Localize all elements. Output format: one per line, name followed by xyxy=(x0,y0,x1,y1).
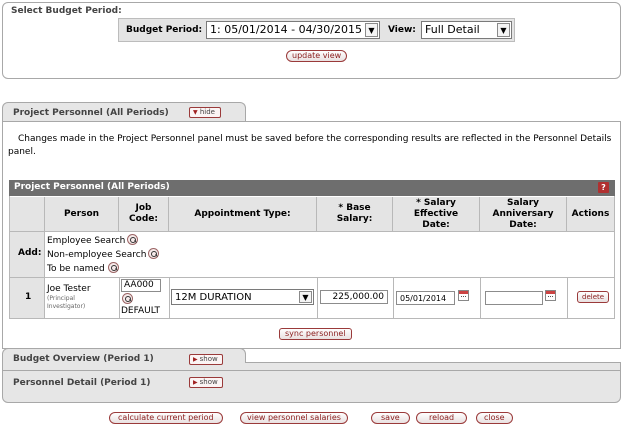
row-number-cell: 1 xyxy=(10,278,45,318)
column-header-actions-label: Actions xyxy=(571,208,610,219)
budget-period-filter-box: Budget Period: 1: 05/01/2014 - 04/30/201… xyxy=(118,18,515,42)
expand-triangle-icon: ▶ xyxy=(193,356,198,363)
budget-overview-title: Budget Overview (Period 1) xyxy=(13,354,154,364)
col-divider xyxy=(169,278,170,318)
show-label: show xyxy=(199,355,218,363)
row-number: 1 xyxy=(25,292,32,302)
personnel-detail-title: Personnel Detail (Period 1) xyxy=(13,378,151,388)
show-budget-overview-button[interactable]: ▶ show xyxy=(189,354,223,365)
reload-button[interactable]: reload xyxy=(416,412,468,424)
job-code-input[interactable]: AA000 xyxy=(121,279,161,292)
column-header-job-code: Job Code: xyxy=(119,197,169,231)
employee-search-icon[interactable] xyxy=(127,234,138,245)
calendar-icon[interactable] xyxy=(458,290,469,301)
col-divider xyxy=(317,278,318,318)
header-divider xyxy=(10,231,614,232)
column-header-salary-anniversary-label-1: Salary xyxy=(506,197,540,208)
column-header-appointment-type-label: Appointment Type: xyxy=(194,208,291,219)
add-row-label-cell: Add: xyxy=(10,232,45,277)
hide-label: hide xyxy=(199,108,215,116)
base-salary-input[interactable]: 225,000.00 xyxy=(320,290,388,304)
column-header-person-label: Person xyxy=(63,208,100,219)
col-divider xyxy=(119,278,120,318)
budget-period-select[interactable]: 1: 05/01/2014 - 04/30/2015 ▼ xyxy=(206,21,380,39)
personnel-table-title-bar: Project Personnel (All Periods) ? xyxy=(9,180,615,196)
column-header-salary-anniversary-label-2: Anniversary xyxy=(492,208,554,219)
column-header-salary-anniversary-date: Salary Anniversary Date: xyxy=(480,197,567,231)
column-header-salary-effective-label-2: Effective xyxy=(413,208,459,219)
help-icon[interactable]: ? xyxy=(598,182,609,193)
budget-period-select-value: 1: 05/01/2014 - 04/30/2015 xyxy=(210,23,362,36)
column-header-appointment-type: Appointment Type: xyxy=(169,197,317,231)
column-header-person: Person xyxy=(45,197,119,231)
close-button[interactable]: close xyxy=(476,412,513,424)
person-role-2: Investigator) xyxy=(47,303,86,310)
base-salary-value: 225,000.00 xyxy=(332,292,384,302)
calendar-icon[interactable] xyxy=(545,290,556,301)
col-divider xyxy=(480,278,481,318)
help-icon-label: ? xyxy=(601,183,606,192)
chevron-down-icon: ▼ xyxy=(299,291,312,303)
column-header-base-salary-label-2: Salary: xyxy=(336,214,373,224)
person-name: Joe Tester xyxy=(47,284,91,294)
view-label: View: xyxy=(388,25,416,35)
person-role-1: (Principal xyxy=(47,295,75,302)
add-row-label: Add: xyxy=(18,248,42,258)
column-header-salary-anniversary-label-3: Date: xyxy=(509,219,537,230)
budget-overview-tab[interactable]: Budget Overview (Period 1) ▶ show xyxy=(2,348,246,369)
to-be-named-label: To be named xyxy=(47,264,105,274)
non-employee-search-label: Non-employee Search xyxy=(47,250,147,260)
select-budget-period-title: Select Budget Period: xyxy=(11,6,122,16)
column-header-actions: Actions xyxy=(567,197,614,231)
hide-button[interactable]: ▼ hide xyxy=(189,107,221,118)
budget-period-label: Budget Period: xyxy=(126,25,203,35)
to-be-named-search-icon[interactable] xyxy=(108,262,119,273)
collapse-triangle-icon: ▼ xyxy=(193,109,198,116)
appointment-type-value: 12M DURATION xyxy=(175,292,252,303)
view-select-value: Full Detail xyxy=(425,23,480,36)
salary-anniversary-date-input[interactable] xyxy=(485,291,543,305)
chevron-down-icon: ▼ xyxy=(497,23,510,37)
appointment-type-select[interactable]: 12M DURATION ▼ xyxy=(171,289,314,305)
save-button[interactable]: save xyxy=(371,412,410,424)
column-header-base-salary: * Base Salary: xyxy=(317,197,393,231)
job-code-default: DEFAULT xyxy=(121,306,160,316)
expand-triangle-icon: ▶ xyxy=(193,379,198,386)
salary-effective-date-value: 05/01/2014 xyxy=(400,294,447,303)
salary-effective-date-input[interactable]: 05/01/2014 xyxy=(396,291,455,305)
update-view-button[interactable]: update view xyxy=(286,50,348,62)
chevron-down-icon: ▼ xyxy=(365,23,378,37)
view-select[interactable]: Full Detail ▼ xyxy=(421,21,512,39)
project-personnel-tab-title: Project Personnel (All Periods) xyxy=(13,108,169,118)
job-code-search-icon[interactable] xyxy=(122,293,133,304)
save-notice: Changes made in the Project Personnel pa… xyxy=(8,134,612,157)
employee-search-label: Employee Search xyxy=(47,236,126,246)
column-header-job-code-label-2: Code: xyxy=(129,214,158,224)
column-header-blank xyxy=(10,197,45,231)
show-label: show xyxy=(199,378,218,386)
column-header-salary-effective-label-3: Date: xyxy=(422,219,450,230)
column-header-salary-effective-date: * Salary Effective Date: xyxy=(393,197,480,231)
project-personnel-tab: Project Personnel (All Periods) ▼ hide xyxy=(2,102,246,122)
col-divider xyxy=(567,278,568,318)
view-personnel-salaries-button[interactable]: view personnel salaries xyxy=(240,412,348,424)
show-personnel-detail-button[interactable]: ▶ show xyxy=(189,377,223,388)
delete-button[interactable]: delete xyxy=(577,291,610,303)
column-header-salary-effective-label-1: * Salary xyxy=(416,197,456,208)
calculate-current-period-button[interactable]: calculate current period xyxy=(109,412,223,424)
sync-personnel-button[interactable]: sync personnel xyxy=(279,328,352,340)
add-row-divider xyxy=(10,277,614,278)
column-header-base-salary-label-1: * Base xyxy=(338,203,371,213)
job-code-value: AA000 xyxy=(124,280,154,290)
select-budget-period-panel: Select Budget Period: Budget Period: 1: … xyxy=(2,2,621,79)
column-header-job-code-label-1: Job xyxy=(135,203,152,213)
footer-button-bar: calculate current period view personnel … xyxy=(0,412,624,426)
personnel-detail-tab[interactable]: Personnel Detail (Period 1) ▶ show xyxy=(2,370,621,403)
personnel-table-title: Project Personnel (All Periods) xyxy=(14,182,170,192)
col-divider xyxy=(393,278,394,318)
non-employee-search-icon[interactable] xyxy=(148,248,159,259)
